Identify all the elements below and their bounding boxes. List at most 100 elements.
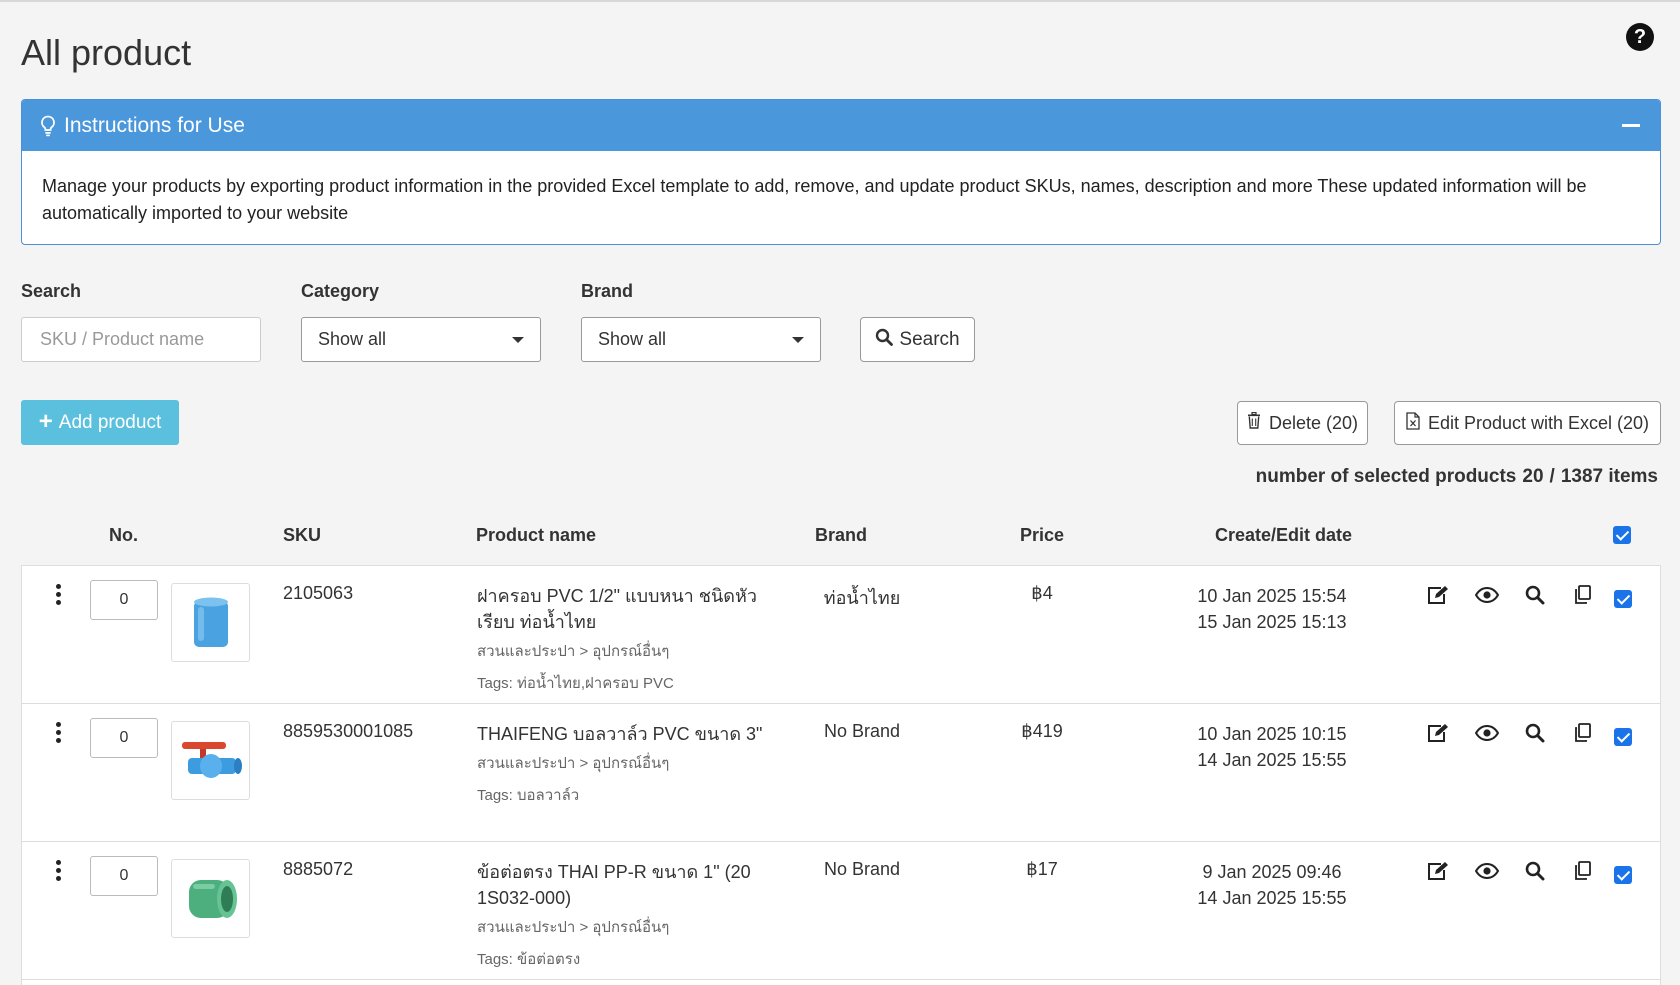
delete-button[interactable]: Delete (20) (1237, 401, 1368, 445)
product-price: ฿4 (1031, 583, 1053, 603)
product-name-cell: ข้อต่อตรง THAI PP-R ขนาด 1" (20 1S032-00… (477, 859, 767, 973)
order-input[interactable]: 0 (90, 718, 158, 758)
search-button-label: Search (899, 328, 960, 350)
view-icon[interactable] (1475, 583, 1499, 607)
product-thumbnail[interactable] (171, 583, 250, 662)
header-sku[interactable]: SKU (283, 525, 321, 546)
brand-select-value: Show all (598, 329, 667, 349)
product-name-cell: THAIFENG บอลวาล์ว PVC ขนาด 3" สวนและประป… (477, 721, 767, 809)
product-table: 0 2105063 ฝาครอบ PVC 1/2" แบบหนา ชนิดหัว… (21, 565, 1661, 985)
product-category: สวนและประปา > อุปกรณ์อื่นๆ (477, 919, 670, 936)
kebab-menu-icon[interactable] (56, 860, 61, 881)
table-row: 0 2105063 ฝาครอบ PVC 1/2" แบบหนา ชนิดหัว… (22, 566, 1660, 704)
instructions-panel: Instructions for Use Manage your product… (21, 99, 1661, 245)
product-price: ฿17 (1026, 859, 1058, 879)
edit-icon[interactable] (1426, 583, 1450, 607)
selection-prefix: number of selected products (1255, 466, 1517, 487)
product-tags: Tags: ท่อน้ำไทย,ฝาครอบ PVC (477, 675, 674, 692)
category-select[interactable]: Show all (301, 317, 541, 362)
product-sku: 8859530001085 (283, 721, 414, 741)
header-price[interactable]: Price (1020, 525, 1064, 546)
zoom-icon[interactable] (1523, 859, 1547, 883)
product-name[interactable]: THAIFENG บอลวาล์ว PVC ขนาด 3" (477, 721, 767, 747)
created-date: 10 Jan 2025 15:54 (1197, 586, 1347, 606)
product-thumbnail[interactable] (171, 721, 250, 800)
product-dates: 9 Jan 2025 09:46 14 Jan 2025 15:55 (1172, 859, 1372, 911)
edit-excel-label: Edit Product with Excel (20) (1427, 412, 1650, 433)
zoom-icon[interactable] (1523, 583, 1547, 607)
delete-button-label: Delete (20) (1268, 412, 1359, 433)
row-checkbox[interactable] (1614, 866, 1632, 884)
product-name-cell: ฝาครอบ PVC 1/2" แบบหนา ชนิดหัวเรียบ ท่อน… (477, 583, 767, 697)
copy-icon[interactable] (1571, 859, 1595, 883)
kebab-menu-icon[interactable] (56, 584, 61, 605)
ball-valve-image (181, 741, 242, 778)
brand-label: Brand (581, 281, 634, 301)
selection-count: number of selected products 20/1387 items (1253, 466, 1661, 488)
trash-icon (1247, 411, 1261, 434)
search-icon (875, 328, 894, 352)
edit-icon[interactable] (1426, 859, 1450, 883)
product-name[interactable]: ข้อต่อตรง THAI PP-R ขนาด 1" (20 1S032-00… (477, 859, 767, 911)
zoom-icon[interactable] (1523, 721, 1547, 745)
instructions-text: Manage your products by exporting produc… (42, 176, 1587, 223)
add-product-button[interactable]: + Add product (21, 400, 179, 445)
view-icon[interactable] (1475, 859, 1499, 883)
product-sku: 8885072 (283, 859, 354, 879)
copy-icon[interactable] (1571, 721, 1595, 745)
instructions-title: Instructions for Use (64, 113, 245, 137)
product-name[interactable]: ฝาครอบ PVC 1/2" แบบหนา ชนิดหัวเรียบ ท่อน… (477, 583, 767, 635)
row-checkbox[interactable] (1614, 590, 1632, 608)
instructions-header[interactable]: Instructions for Use (22, 100, 1660, 151)
order-input[interactable]: 0 (90, 856, 158, 896)
product-brand: No Brand (823, 721, 901, 741)
edited-date: 15 Jan 2025 15:13 (1197, 612, 1347, 632)
minimize-icon[interactable] (1622, 124, 1640, 127)
edited-date: 14 Jan 2025 15:55 (1197, 750, 1347, 770)
edit-excel-button[interactable]: Edit Product with Excel (20) (1394, 401, 1661, 445)
order-input[interactable]: 0 (90, 580, 158, 620)
chevron-down-icon (792, 336, 804, 343)
header-brand[interactable]: Brand (815, 525, 867, 546)
product-brand: No Brand (823, 859, 901, 879)
product-price: ฿419 (1021, 721, 1063, 741)
copy-icon[interactable] (1571, 583, 1595, 607)
selection-total: 1387 items (1560, 466, 1658, 487)
product-tags: Tags: บอลวาล์ว (477, 787, 580, 804)
selection-selected: 20 (1522, 466, 1544, 487)
lightbulb-icon (40, 115, 56, 137)
product-category: สวนและประปา > อุปกรณ์อื่นๆ (477, 643, 670, 660)
search-button[interactable]: Search (860, 317, 975, 362)
search-field[interactable] (21, 317, 261, 362)
product-category: สวนและประปา > อุปกรณ์อื่นๆ (477, 755, 670, 772)
category-select-value: Show all (318, 329, 387, 349)
green-ppr-coupling-image (188, 879, 237, 918)
blue-pvc-cap-image (193, 597, 228, 647)
brand-select[interactable]: Show all (581, 317, 821, 362)
selection-separator: / (1549, 466, 1555, 487)
product-brand: ท่อน้ำไทย (823, 588, 901, 608)
search-label: Search (21, 281, 82, 301)
chevron-down-icon (512, 336, 524, 343)
created-date: 9 Jan 2025 09:46 (1202, 862, 1342, 882)
table-row: 0 8859530001085 THAIFENG บอลวาล์ว PVC ขน… (22, 704, 1660, 842)
product-dates: 10 Jan 2025 15:54 15 Jan 2025 15:13 (1172, 583, 1372, 635)
header-date[interactable]: Create/Edit date (1215, 525, 1352, 546)
header-no: No. (109, 525, 138, 545)
category-label: Category (301, 281, 380, 301)
row-checkbox[interactable] (1614, 728, 1632, 746)
product-tags: Tags: ข้อต่อตรง (477, 951, 581, 968)
help-icon[interactable]: ? (1626, 23, 1654, 51)
product-thumbnail[interactable] (171, 859, 250, 938)
created-date: 10 Jan 2025 10:15 (1197, 724, 1347, 744)
page-title: All product (21, 32, 192, 73)
select-all-checkbox[interactable] (1613, 526, 1631, 544)
search-input[interactable] (38, 328, 260, 351)
excel-file-icon (1406, 411, 1420, 435)
kebab-menu-icon[interactable] (56, 722, 61, 743)
edit-icon[interactable] (1426, 721, 1450, 745)
add-product-label: Add product (58, 411, 162, 433)
edited-date: 14 Jan 2025 15:55 (1197, 888, 1347, 908)
header-product-name[interactable]: Product name (476, 525, 596, 546)
view-icon[interactable] (1475, 721, 1499, 745)
